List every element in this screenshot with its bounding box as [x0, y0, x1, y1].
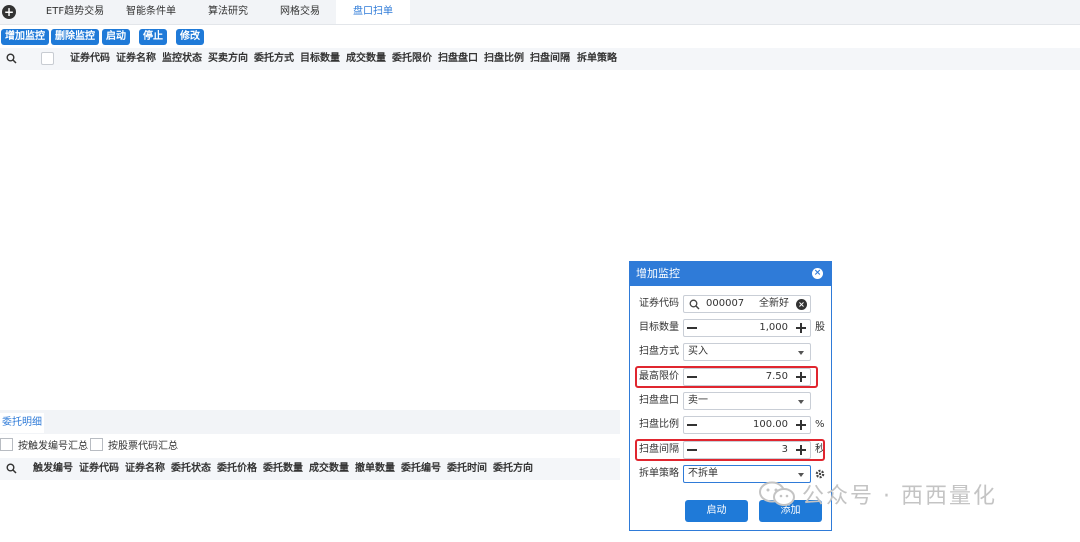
code-label: 证券代码 [639, 298, 679, 309]
detail-tab-bar [0, 410, 620, 434]
security-code-input[interactable]: 000007 全新好 × [683, 295, 811, 313]
col-security-code[interactable]: 证券代码 [79, 458, 119, 480]
gear-icon[interactable] [814, 468, 826, 480]
tab-order-details[interactable]: 委托明细 [0, 413, 44, 433]
stop-button[interactable]: 停止 [139, 29, 167, 45]
dialog-title-bar: 增加监控 × [630, 262, 831, 286]
ratio-unit: % [815, 419, 825, 430]
col-sweep-interval[interactable]: 扫盘间隔 [530, 48, 570, 70]
split-label: 拆单策略 [639, 468, 679, 479]
highlight-box-max-price [635, 366, 818, 388]
col-order-method[interactable]: 委托方式 [254, 48, 294, 70]
chevron-down-icon [798, 473, 804, 477]
start-button[interactable]: 启动 [102, 29, 130, 45]
tab-etf-trend[interactable]: ETF趋势交易 [40, 0, 110, 24]
monitor-table-header: 证券代码 证券名称 监控状态 买卖方向 委托方式 目标数量 成交数量 委托限价 … [0, 48, 1080, 70]
tab-algo-research[interactable]: 算法研究 [196, 0, 260, 24]
col-monitor-status[interactable]: 监控状态 [162, 48, 202, 70]
level-label: 扫盘盘口 [639, 395, 679, 406]
order-details-table-header: 触发编号 证券代码 证券名称 委托状态 委托价格 委托数量 成交数量 撤单数量 … [0, 458, 620, 480]
watermark-text: 公众号 · 西西量化 [802, 484, 997, 509]
minus-icon[interactable] [687, 424, 697, 426]
col-order-id[interactable]: 委托编号 [401, 458, 441, 480]
group-by-trigger-label: 按触发编号汇总 [18, 441, 88, 452]
dialog-start-button[interactable]: 启动 [685, 500, 748, 522]
plus-icon[interactable] [796, 323, 806, 333]
col-order-time[interactable]: 委托时间 [447, 458, 487, 480]
tab-orderbook-sweep[interactable]: 盘口扫单 [336, 0, 410, 24]
add-tab-icon[interactable]: + [2, 5, 16, 19]
add-monitor-button[interactable]: 增加监控 [1, 29, 49, 45]
method-label: 扫盘方式 [639, 346, 679, 357]
tab-grid-trading[interactable]: 网格交易 [268, 0, 332, 24]
quantity-value: 1,000 [759, 322, 788, 333]
group-by-code-option[interactable]: 按股票代码汇总 [90, 438, 178, 452]
plus-icon[interactable] [796, 420, 806, 430]
level-select[interactable]: 卖一 [683, 392, 811, 410]
group-by-code-label: 按股票代码汇总 [108, 441, 178, 452]
col-order-qty[interactable]: 委托数量 [263, 458, 303, 480]
ratio-value: 100.00 [753, 419, 788, 430]
col-security-name[interactable]: 证券名称 [116, 48, 156, 70]
chevron-down-icon [798, 351, 804, 355]
tab-smart-conditional[interactable]: 智能条件单 [118, 0, 184, 24]
chevron-down-icon [798, 400, 804, 404]
col-filled-qty[interactable]: 成交数量 [346, 48, 386, 70]
col-security-code[interactable]: 证券代码 [70, 48, 110, 70]
ratio-label: 扫盘比例 [639, 419, 679, 430]
quantity-stepper[interactable]: 1,000 [683, 319, 811, 337]
col-sweep-level[interactable]: 扫盘盘口 [438, 48, 478, 70]
method-select[interactable]: 买入 [683, 343, 811, 361]
ratio-stepper[interactable]: 100.00 [683, 416, 811, 434]
watermark: 公众号 · 西西量化 [758, 480, 997, 514]
split-value: 不拆单 [688, 468, 718, 479]
method-value: 买入 [688, 346, 708, 357]
quantity-unit: 股 [815, 322, 825, 333]
modify-button[interactable]: 修改 [176, 29, 204, 45]
col-trigger-id[interactable]: 触发编号 [33, 458, 73, 480]
col-direction[interactable]: 买卖方向 [208, 48, 248, 70]
search-icon [689, 299, 700, 310]
group-by-code-checkbox[interactable] [90, 438, 103, 451]
col-target-qty[interactable]: 目标数量 [300, 48, 340, 70]
col-order-direction[interactable]: 委托方向 [493, 458, 533, 480]
select-all-checkbox[interactable] [41, 52, 54, 65]
highlight-box-interval [635, 439, 825, 461]
dialog-title: 增加监控 [636, 267, 680, 280]
col-sweep-ratio[interactable]: 扫盘比例 [484, 48, 524, 70]
delete-monitor-button[interactable]: 删除监控 [51, 29, 99, 45]
security-code-value: 000007 [706, 298, 745, 309]
col-limit-price[interactable]: 委托限价 [392, 48, 432, 70]
col-cancel-qty[interactable]: 撤单数量 [355, 458, 395, 480]
search-icon[interactable] [6, 53, 17, 67]
col-split-strategy[interactable]: 拆单策略 [577, 48, 617, 70]
group-by-trigger-checkbox[interactable] [0, 438, 13, 451]
level-value: 卖一 [688, 395, 708, 406]
wechat-icon [759, 481, 795, 506]
quantity-label: 目标数量 [639, 322, 679, 333]
col-order-price[interactable]: 委托价格 [217, 458, 257, 480]
minus-icon[interactable] [687, 327, 697, 329]
tab-bar: + ETF趋势交易 智能条件单 算法研究 网格交易 盘口扫单 [0, 0, 1080, 25]
close-icon[interactable]: × [812, 268, 823, 279]
col-order-status[interactable]: 委托状态 [171, 458, 211, 480]
group-by-trigger-option[interactable]: 按触发编号汇总 [0, 438, 88, 452]
col-filled-qty[interactable]: 成交数量 [309, 458, 349, 480]
col-security-name[interactable]: 证券名称 [125, 458, 165, 480]
security-name-value: 全新好 [759, 298, 789, 309]
search-icon[interactable] [6, 463, 17, 477]
clear-icon[interactable]: × [796, 299, 807, 310]
